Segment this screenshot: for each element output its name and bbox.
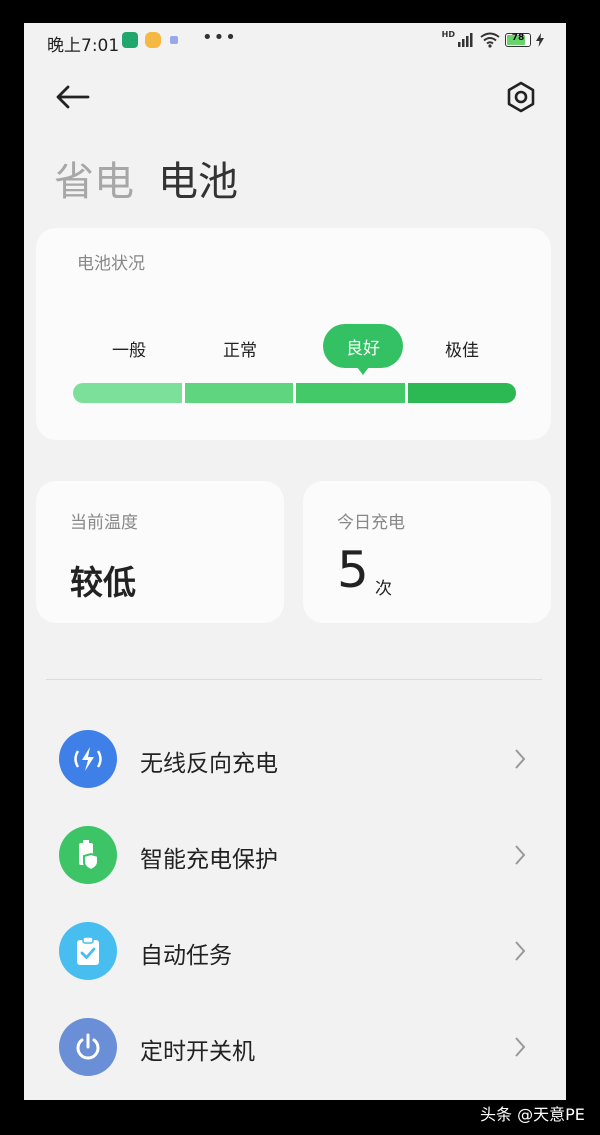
battery-health-bar xyxy=(73,383,516,403)
charges-card: 今日充电 5 次 xyxy=(303,481,551,623)
battery-level: 78 xyxy=(511,33,525,43)
temperature-label: 当前温度 xyxy=(70,513,138,533)
battery-status-card: 电池状况 一般 正常 良好 极佳 xyxy=(36,228,551,440)
level-good-selected: 良好 xyxy=(323,324,403,375)
battery-status-title: 电池状况 xyxy=(77,254,145,274)
power-icon xyxy=(59,1018,117,1076)
status-bar: 晚上7:01 ••• HD 78 xyxy=(24,23,566,59)
app-notification-icon xyxy=(170,36,178,44)
menu-item-auto-tasks[interactable]: 自动任务 xyxy=(24,903,566,999)
battery-icon: 78 xyxy=(505,33,531,47)
settings-gear-icon[interactable] xyxy=(504,80,538,114)
charges-label: 今日充电 xyxy=(337,513,405,533)
hd-label: HD xyxy=(441,30,455,39)
menu-item-label: 智能充电保护 xyxy=(140,847,278,873)
app-notification-icon xyxy=(145,32,161,48)
status-time: 晚上7:01 xyxy=(47,36,120,56)
more-notifications-icon: ••• xyxy=(202,27,237,48)
tab-battery[interactable]: 电池 xyxy=(158,159,238,205)
menu-item-label: 定时开关机 xyxy=(140,1039,255,1065)
divider xyxy=(46,679,542,680)
back-arrow-icon[interactable] xyxy=(52,81,92,113)
clipboard-check-icon xyxy=(59,922,117,980)
level-excellent: 极佳 xyxy=(445,341,479,361)
wireless-charge-icon xyxy=(59,730,117,788)
temperature-card: 当前温度 较低 xyxy=(36,481,284,623)
menu-item-scheduled-power[interactable]: 定时开关机 xyxy=(24,999,566,1095)
charging-bolt-icon xyxy=(536,33,544,47)
menu-item-label: 自动任务 xyxy=(140,943,232,969)
app-notification-icon xyxy=(122,32,138,48)
menu-item-smart-charging-protection[interactable]: 智能充电保护 xyxy=(24,807,566,903)
chevron-right-icon xyxy=(515,941,526,961)
header-tabs: 省电 电池 xyxy=(54,149,238,207)
battery-shield-icon xyxy=(59,826,117,884)
chevron-right-icon xyxy=(515,1037,526,1057)
charges-count: 5 xyxy=(337,541,369,599)
menu-item-label: 无线反向充电 xyxy=(140,751,278,777)
level-fair: 一般 xyxy=(112,341,146,361)
watermark: 头条 @天意PE xyxy=(480,1105,585,1124)
status-icons: HD 78 xyxy=(442,30,544,50)
temperature-value: 较低 xyxy=(70,563,136,602)
screen: 晚上7:01 ••• HD 78 省电 电池 电池状况 一般 正常 良好 极佳 … xyxy=(24,23,566,1100)
chevron-right-icon xyxy=(515,845,526,865)
charges-unit: 次 xyxy=(375,579,392,599)
level-normal: 正常 xyxy=(223,341,257,361)
menu-item-wireless-reverse-charging[interactable]: 无线反向充电 xyxy=(24,711,566,807)
chevron-right-icon xyxy=(515,749,526,769)
signal-icon xyxy=(458,33,473,47)
wifi-icon xyxy=(480,32,500,48)
tab-power-saving[interactable]: 省电 xyxy=(54,159,134,205)
